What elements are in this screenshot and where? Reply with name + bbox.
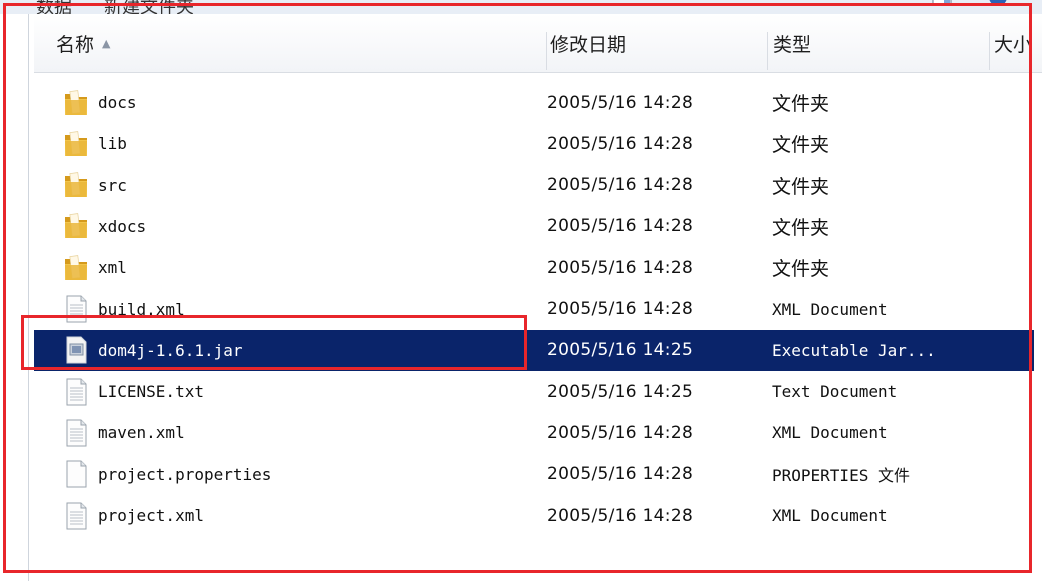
file-type: 文件夹 — [772, 175, 830, 198]
file-modified-date: 2005/5/16 14:28 — [547, 133, 694, 154]
file-name-cell[interactable]: maven.xml — [62, 412, 185, 453]
file-type: Executable Jar... — [772, 340, 936, 360]
breadcrumb-previous[interactable]: 数据 — [36, 0, 72, 14]
column-header-type[interactable]: 类型 — [768, 14, 990, 72]
file-modified-date: 2005/5/16 14:25 — [547, 340, 694, 361]
document-icon — [62, 418, 90, 448]
column-divider[interactable] — [989, 32, 990, 70]
file-modified-date: 2005/5/16 14:28 — [547, 257, 694, 278]
file-name: xdocs — [98, 216, 147, 236]
file-row[interactable]: xml 2005/5/16 14:28 文件夹 — [34, 247, 1034, 288]
column-header-bar: 名称 ▲ 修改日期 类型 大小 — [34, 14, 1042, 73]
file-modified-date: 2005/5/16 14:28 — [547, 92, 694, 113]
sort-ascending-icon: ▲ — [102, 36, 111, 50]
column-header-modified[interactable]: 修改日期 — [547, 14, 772, 72]
file-type: Text Document — [772, 382, 898, 402]
file-row[interactable]: src 2005/5/16 14:28 文件夹 — [34, 165, 1034, 206]
file-name-cell[interactable]: project.xml — [62, 495, 204, 536]
file-type: 文件夹 — [772, 134, 830, 157]
file-name: lib — [98, 134, 127, 154]
column-header-size[interactable]: 大小 — [991, 14, 1042, 72]
file-type: 文件夹 — [772, 93, 830, 115]
file-row[interactable]: docs 2005/5/16 14:28 文件夹 — [34, 82, 1034, 123]
file-name: docs — [98, 93, 137, 112]
column-header-size-label: 大小 — [994, 33, 1033, 56]
folder-icon — [62, 129, 90, 159]
file-name: xml — [98, 258, 127, 278]
folder-icon — [62, 88, 90, 118]
file-row[interactable]: lib 2005/5/16 14:28 文件夹 — [34, 123, 1034, 164]
column-header-type-label: 类型 — [773, 33, 812, 56]
file-row[interactable]: LICENSE.txt 2005/5/16 14:25 Text Document — [34, 371, 1034, 412]
view-options-icon[interactable] — [838, 0, 858, 8]
file-modified-date: 2005/5/16 14:28 — [547, 299, 694, 319]
file-type: XML Document — [772, 506, 888, 525]
file-name-cell[interactable]: project.properties — [62, 454, 271, 495]
file-name: src — [98, 175, 127, 195]
navigation-pane-border — [28, 14, 29, 581]
file-modified-date: 2005/5/16 14:28 — [547, 464, 694, 485]
file-name-cell[interactable]: src — [62, 165, 127, 206]
file-type: XML Document — [772, 299, 888, 319]
preview-pane-icon[interactable] — [932, 0, 952, 8]
file-name-cell[interactable]: LICENSE.txt — [62, 371, 204, 412]
file-row[interactable]: project.xml 2005/5/16 14:28 XML Document — [34, 495, 1034, 536]
folder-icon — [62, 253, 90, 283]
file-name-cell[interactable]: lib — [62, 123, 127, 164]
document-icon — [62, 377, 90, 407]
file-type: 文件夹 — [772, 216, 830, 239]
column-header-name[interactable]: 名称 ▲ — [34, 14, 547, 72]
column-header-name-label: 名称 — [56, 33, 95, 56]
file-modified-date: 2005/5/16 14:25 — [547, 381, 694, 402]
file-type: XML Document — [772, 423, 888, 443]
file-name: maven.xml — [98, 423, 185, 443]
file-name: project.xml — [98, 506, 204, 525]
file-modified-date: 2005/5/16 14:28 — [547, 422, 694, 443]
file-type: 文件夹 — [772, 258, 830, 281]
file-row[interactable]: xdocs 2005/5/16 14:28 文件夹 — [34, 206, 1034, 247]
blank-file-icon — [62, 459, 90, 489]
file-type: PROPERTIES 文件 — [772, 466, 910, 486]
document-icon — [62, 501, 90, 531]
breadcrumb-current[interactable]: 新建文件夹 — [104, 0, 194, 14]
file-modified-date: 2005/5/16 14:28 — [547, 175, 694, 196]
help-icon[interactable] — [988, 0, 1008, 8]
file-name-cell[interactable]: xml — [62, 247, 127, 288]
file-name-cell[interactable]: xdocs — [62, 206, 146, 247]
toolbar: 数据 新建文件夹 — [0, 0, 1042, 14]
file-modified-date: 2005/5/16 14:28 — [547, 216, 694, 237]
file-row[interactable]: project.properties 2005/5/16 14:28 PROPERT… — [34, 454, 1034, 495]
file-name: LICENSE.txt — [98, 382, 204, 402]
file-modified-date: 2005/5/16 14:28 — [547, 505, 694, 526]
file-name-cell[interactable]: docs — [62, 82, 137, 123]
file-row[interactable]: maven.xml 2005/5/16 14:28 XML Document — [34, 412, 1034, 453]
column-header-modified-label: 修改日期 — [550, 33, 627, 56]
folder-icon — [62, 211, 90, 241]
annotation-highlight-box — [21, 315, 527, 370]
file-name: project.properties — [98, 464, 272, 484]
folder-icon — [62, 170, 90, 200]
